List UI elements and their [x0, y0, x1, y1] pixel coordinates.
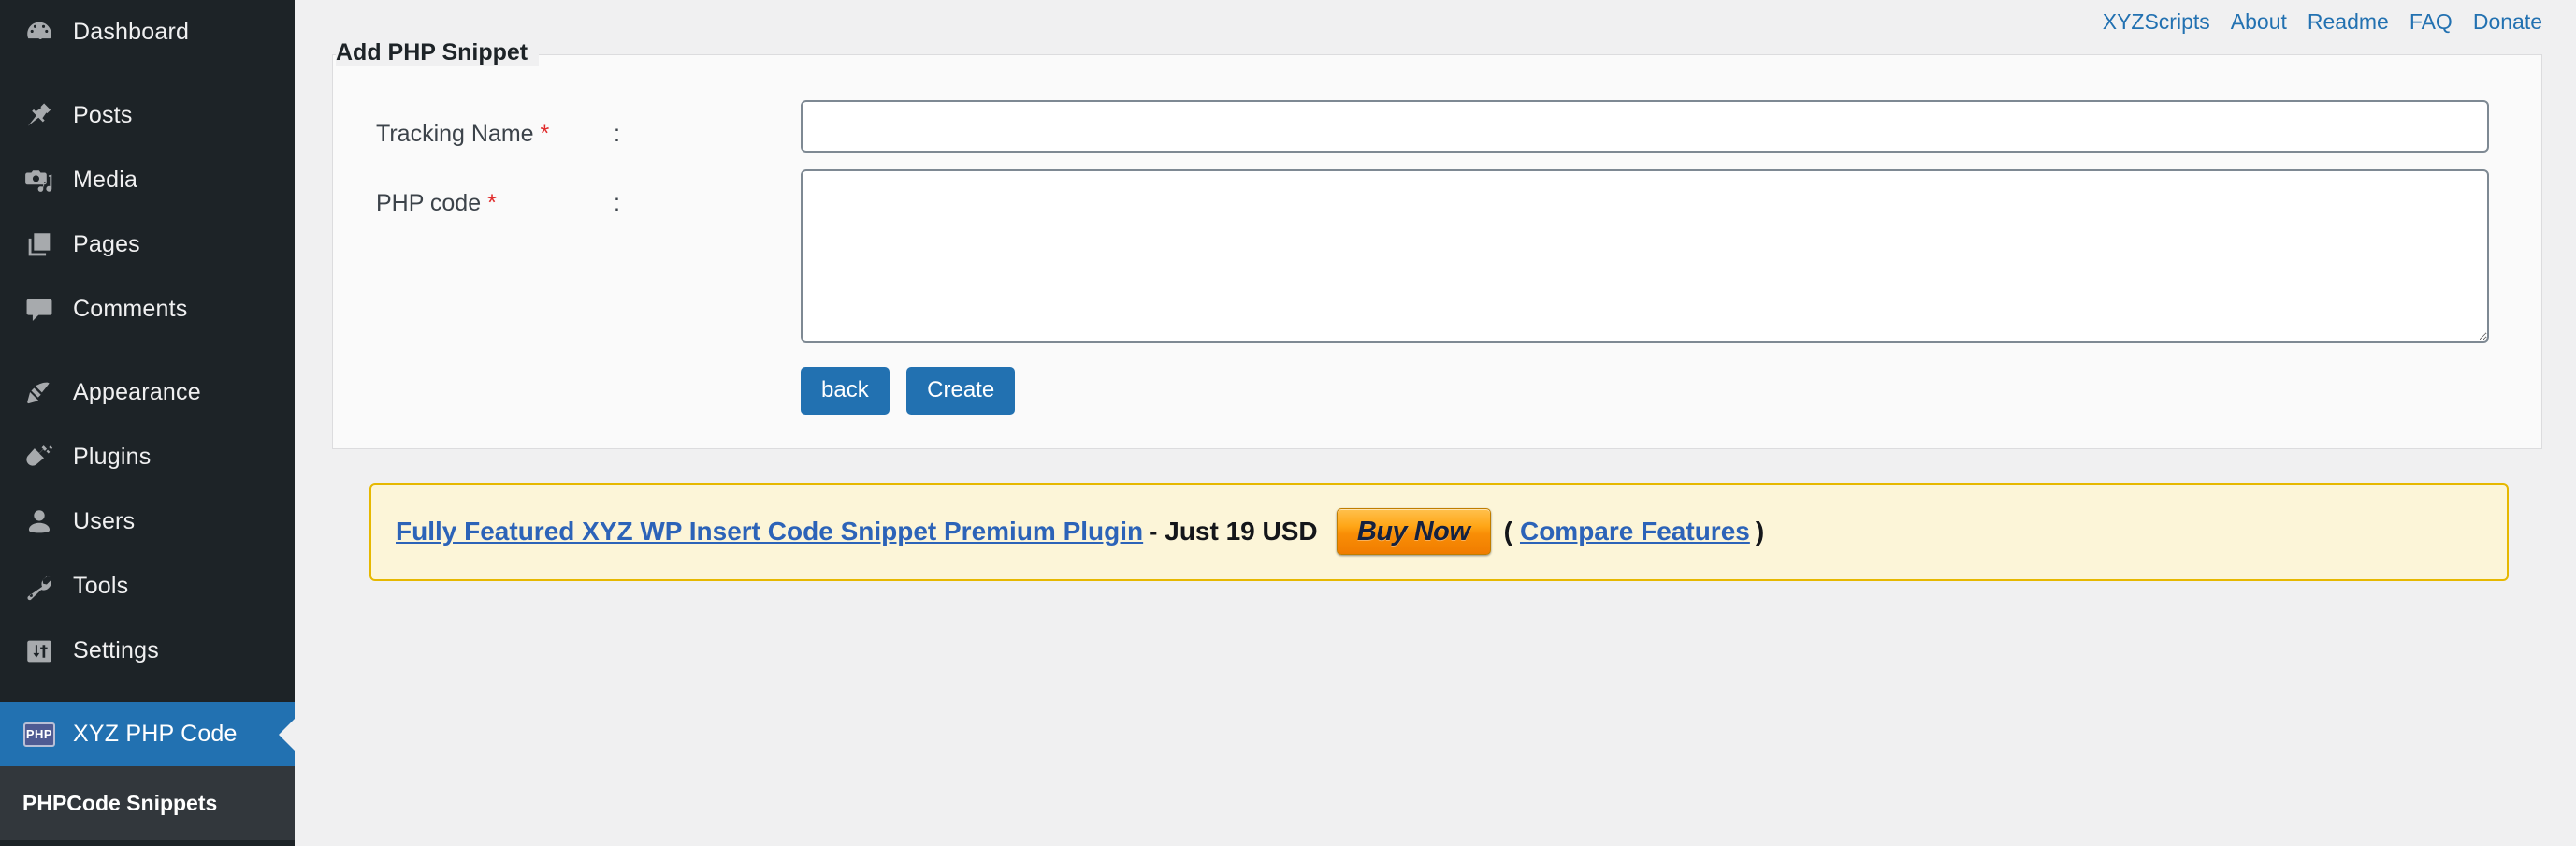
wrench-icon [22, 570, 56, 604]
sidebar-item-appearance[interactable]: Appearance [0, 360, 295, 425]
sidebar-item-posts[interactable]: Posts [0, 83, 295, 148]
paintbrush-icon [22, 376, 56, 410]
buy-now-label: Buy Now [1356, 516, 1470, 547]
sidebar-item-label: Appearance [73, 379, 201, 405]
main-content: XYZScripts About Readme FAQ Donate Add P… [295, 0, 2576, 846]
sidebar-item-label: Tools [73, 573, 129, 599]
pin-icon [22, 99, 56, 133]
sidebar-submenu: PHPCode Snippets [0, 766, 295, 840]
form-box: Tracking Name * : PHP code *: back Crea… [332, 54, 2542, 449]
promo-line: Fully Featured XYZ WP Insert Code Snippe… [396, 508, 1765, 556]
content-area: Add PHP Snippet Tracking Name * : PHP co… [295, 0, 2576, 581]
sidebar-item-label: Posts [73, 102, 133, 128]
admin-screen: Dashboard Posts Media Pages Comments App… [0, 0, 2576, 846]
sidebar-item-dashboard[interactable]: Dashboard [0, 0, 295, 65]
sidebar-item-label: Users [73, 508, 136, 534]
plugin-icon [22, 441, 56, 474]
admin-sidebar: Dashboard Posts Media Pages Comments App… [0, 0, 296, 846]
promo-open-paren: ( [1503, 517, 1512, 547]
sidebar-item-xyz-php-code[interactable]: PHP XYZ PHP Code [0, 702, 296, 766]
tracking-name-input[interactable] [801, 100, 2489, 153]
link-xyzscripts[interactable]: XYZScripts [2103, 9, 2210, 35]
tracking-name-label: Tracking Name [376, 121, 534, 147]
sidebar-item-settings[interactable]: Settings [0, 619, 295, 683]
comments-icon [22, 293, 56, 327]
media-icon [22, 164, 56, 197]
sidebar-item-label: Dashboard [73, 19, 190, 45]
active-arrow-icon [279, 717, 296, 751]
sidebar-item-label: Pages [73, 231, 140, 257]
link-donate[interactable]: Donate [2473, 9, 2542, 35]
sidebar-item-plugins[interactable]: Plugins [0, 425, 295, 489]
promo-price-text: - Just 19 USD [1149, 517, 1318, 547]
premium-plugin-link[interactable]: Fully Featured XYZ WP Insert Code Snippe… [396, 517, 1143, 547]
sidebar-item-label: Comments [73, 296, 188, 322]
compare-features-link[interactable]: Compare Features [1520, 517, 1750, 547]
required-asterisk-icon: * [487, 190, 497, 216]
php-code-field-cell: back Create [801, 153, 2541, 415]
sidebar-item-pages[interactable]: Pages [0, 212, 295, 277]
sidebar-item-users[interactable]: Users [0, 489, 295, 554]
pages-icon [22, 228, 56, 262]
add-php-snippet-panel: Add PHP Snippet Tracking Name * : PHP co… [332, 39, 2542, 449]
sidebar-item-label: XYZ PHP Code [73, 721, 238, 747]
buy-now-button[interactable]: Buy Now [1336, 508, 1491, 556]
premium-promo-banner: Fully Featured XYZ WP Insert Code Snippe… [369, 482, 2509, 581]
page-title: Add PHP Snippet [336, 39, 540, 66]
promo-close-paren: ) [1755, 517, 1765, 547]
sidebar-item-label: Media [73, 167, 138, 193]
back-button[interactable]: back [801, 367, 890, 415]
php-code-label: PHP code [376, 190, 482, 216]
tracking-name-colon: : [614, 121, 620, 147]
top-links: XYZScripts About Readme FAQ Donate [2103, 9, 2542, 35]
sidebar-separator [0, 65, 295, 83]
sidebar-separator [0, 342, 295, 360]
form-actions: back Create [801, 343, 2489, 415]
sidebar-item-label: Settings [73, 637, 159, 664]
php-icon: PHP [22, 718, 56, 751]
dashboard-icon [22, 16, 56, 50]
php-code-label-cell: PHP code * [333, 153, 614, 415]
sidebar-separator [0, 683, 295, 702]
php-code-textarea[interactable] [801, 169, 2489, 343]
tracking-name-field-cell [801, 83, 2541, 153]
form-row-php-code: PHP code * : back Create [333, 153, 2541, 415]
link-faq[interactable]: FAQ [2410, 9, 2453, 35]
php-code-colon: : [614, 190, 620, 216]
link-readme[interactable]: Readme [2308, 9, 2389, 35]
sidebar-item-tools[interactable]: Tools [0, 554, 295, 619]
sidebar-subitem-phpcode-snippets[interactable]: PHPCode Snippets [0, 781, 295, 825]
create-button[interactable]: Create [906, 367, 1016, 415]
sidebar-subitem-label: PHPCode Snippets [22, 791, 218, 815]
tracking-name-label-cell: Tracking Name * [333, 83, 614, 153]
form-row-tracking-name: Tracking Name * : [333, 83, 2541, 153]
form-table: Tracking Name * : PHP code *: back Crea… [333, 83, 2541, 415]
sidebar-item-media[interactable]: Media [0, 148, 295, 212]
user-icon [22, 505, 56, 539]
sidebar-item-comments[interactable]: Comments [0, 277, 295, 342]
required-asterisk-icon: * [540, 121, 550, 147]
sidebar-item-label: Plugins [73, 444, 152, 470]
settings-sliders-icon [22, 634, 56, 668]
link-about[interactable]: About [2231, 9, 2287, 35]
